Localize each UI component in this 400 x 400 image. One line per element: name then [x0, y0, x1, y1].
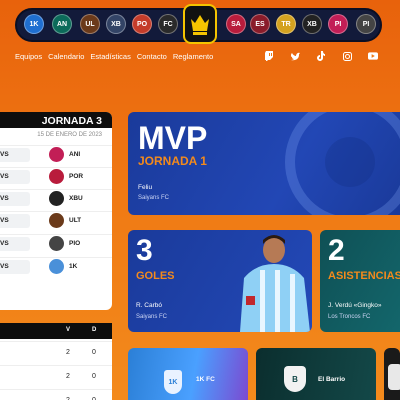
- assists-card[interactable]: 2 ASISTENCIAS J. Verdú «Gingko» Los Tron…: [320, 230, 400, 332]
- 1k-fc-crest-icon: 1K: [164, 370, 182, 394]
- match-team-abbr: XBU: [69, 195, 83, 202]
- match-row[interactable]: VS PIO: [0, 234, 112, 252]
- social-links: [264, 51, 378, 61]
- team-logo-2[interactable]: AN: [52, 14, 72, 34]
- table-row[interactable]: 2 0: [0, 389, 112, 400]
- match-row[interactable]: VS XBU: [0, 189, 112, 207]
- goals-player-name: R. Carbó: [136, 302, 163, 309]
- assists-label: ASISTENCIAS: [328, 270, 400, 282]
- nav-equipos[interactable]: Equipos: [15, 52, 42, 61]
- youtube-icon[interactable]: [368, 51, 378, 61]
- assists-player-name: J. Verdú «Gingko»: [328, 302, 382, 309]
- jornada-title: JORNADA 3: [41, 115, 102, 127]
- team-logo-6[interactable]: FC: [158, 14, 178, 34]
- row-d: 0: [92, 349, 96, 356]
- mvp-card[interactable]: MVP JORNADA 1 Feliu Saiyans FC: [128, 112, 400, 215]
- team-crest-icon: [49, 169, 64, 184]
- table-row[interactable]: 2 0: [0, 365, 112, 389]
- standings-table: V D 2 0 2 0 2 0: [0, 323, 112, 400]
- row-v: 2: [66, 349, 70, 356]
- team-logo-12[interactable]: PI: [356, 14, 376, 34]
- match-row[interactable]: VS POR: [0, 167, 112, 185]
- crown-icon: [191, 15, 209, 35]
- team-logo-11[interactable]: PI: [328, 14, 348, 34]
- team-logo-3[interactable]: UL: [80, 14, 100, 34]
- goals-label: GOLES: [136, 270, 175, 282]
- assists-player-team: Los Troncos FC: [328, 314, 371, 320]
- match-team-abbr: PIO: [69, 240, 81, 247]
- nav-calendario[interactable]: Calendario: [48, 52, 84, 61]
- team-logo-1[interactable]: 1K: [24, 14, 44, 34]
- assists-number: 2: [328, 234, 345, 267]
- team-crest-icon: [49, 259, 64, 274]
- row-d: 0: [92, 373, 96, 380]
- match-vs: VS: [0, 263, 9, 270]
- match-team-abbr: ULT: [69, 217, 82, 224]
- team-card-1k[interactable]: 1K 1K FC: [128, 348, 248, 400]
- team-crest-icon: [388, 364, 400, 390]
- instagram-icon[interactable]: [342, 51, 352, 61]
- match-vs: VS: [0, 240, 9, 247]
- team-logo-4[interactable]: XB: [106, 14, 126, 34]
- team-logo-5[interactable]: PO: [132, 14, 152, 34]
- team-logo-8[interactable]: ES: [250, 14, 270, 34]
- goals-card[interactable]: 3 GOLES R. Carbó Saiyans FC: [128, 230, 312, 332]
- match-row[interactable]: VS ULT: [0, 211, 112, 229]
- mvp-subtitle: JORNADA 1: [138, 154, 207, 168]
- table-row[interactable]: 2 0: [0, 341, 112, 365]
- jornada-date: 15 DE ENERO DE 2023: [37, 132, 102, 138]
- goals-player-team: Saiyans FC: [136, 314, 168, 320]
- col-d-header: D: [92, 327, 97, 333]
- ball-pattern-icon: [285, 112, 400, 215]
- team-logo-10[interactable]: XB: [302, 14, 322, 34]
- nav-estadisticas[interactable]: Estadísticas: [90, 52, 130, 61]
- el-barrio-crest-icon: B: [284, 366, 306, 392]
- match-team-abbr: 1K: [69, 263, 78, 270]
- team-crest-icon: [49, 236, 64, 251]
- standings-header: V D: [0, 323, 112, 339]
- nav-reglamento[interactable]: Reglamento: [173, 52, 213, 61]
- team-card-name: El Barrio: [318, 376, 346, 383]
- col-v-header: V: [66, 327, 71, 333]
- main-nav: Equipos Calendario Estadísticas Contacto…: [15, 52, 213, 61]
- mvp-player-name: Feliu: [138, 184, 153, 191]
- kings-league-logo[interactable]: [183, 4, 217, 44]
- match-vs: VS: [0, 173, 9, 180]
- nav-contacto[interactable]: Contacto: [137, 52, 167, 61]
- team-card-name: 1K FC: [196, 376, 215, 383]
- match-team-abbr: POR: [69, 173, 84, 180]
- mvp-player-team: Saiyans FC: [138, 195, 170, 201]
- team-crest-icon: [49, 147, 64, 162]
- team-card-el-barrio[interactable]: B El Barrio: [256, 348, 376, 400]
- match-vs: VS: [0, 151, 9, 158]
- match-vs: VS: [0, 195, 9, 202]
- team-logo-9[interactable]: TR: [276, 14, 296, 34]
- row-v: 2: [66, 373, 70, 380]
- team-card-partial[interactable]: [384, 348, 400, 400]
- team-crest-icon: [49, 191, 64, 206]
- tiktok-icon[interactable]: [316, 51, 326, 61]
- team-logo-7[interactable]: SA: [226, 14, 246, 34]
- twitter-icon[interactable]: [290, 51, 300, 61]
- jornada-panel: JORNADA 3 15 DE ENERO DE 2023 VS ANI VS POR…: [0, 112, 112, 310]
- match-row[interactable]: VS ANI: [0, 145, 112, 163]
- goals-number: 3: [136, 234, 153, 267]
- mvp-title: MVP: [138, 120, 208, 156]
- player-photo: [240, 235, 310, 332]
- match-row[interactable]: VS 1K: [0, 257, 112, 275]
- match-vs: VS: [0, 217, 9, 224]
- team-crest-icon: [49, 213, 64, 228]
- match-team-abbr: ANI: [69, 151, 81, 158]
- twitch-icon[interactable]: [264, 51, 274, 61]
